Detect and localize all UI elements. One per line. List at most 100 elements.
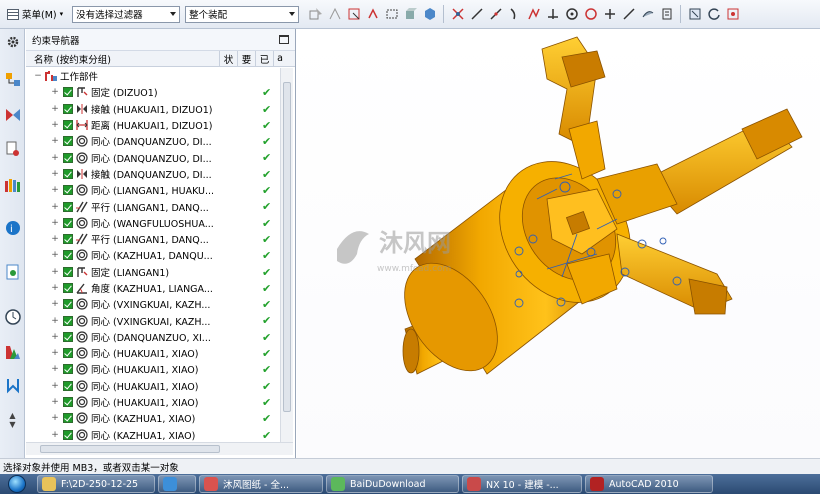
constraint-checkbox[interactable]: [63, 429, 73, 440]
constraint-row[interactable]: + 接触 (HUAKUAI1, DIZUO1) ✔: [26, 101, 280, 117]
snap-intersection-icon[interactable]: [545, 7, 560, 22]
scroll-more-icon[interactable]: ▲ ▼: [2, 409, 23, 430]
taskbar-button[interactable]: 沐风图纸 - 全...: [199, 475, 323, 493]
clock-icon[interactable]: [2, 306, 23, 327]
expand-icon[interactable]: +: [51, 381, 59, 391]
constraint-checkbox[interactable]: [63, 217, 73, 228]
constraint-checkbox[interactable]: [63, 136, 73, 147]
constraint-checkbox[interactable]: [63, 413, 73, 424]
snap-on-surface-icon[interactable]: [640, 7, 655, 22]
expand-icon[interactable]: +: [51, 136, 59, 146]
constraint-checkbox[interactable]: [63, 120, 73, 131]
selection-filter-combo[interactable]: 没有选择过滤器: [72, 5, 181, 23]
column-extra[interactable]: a: [274, 51, 286, 66]
constraint-checkbox[interactable]: [63, 380, 73, 391]
general-select-icon[interactable]: [308, 7, 323, 22]
expand-icon[interactable]: +: [51, 348, 59, 358]
column-done[interactable]: 已: [256, 51, 274, 66]
reuse-library-icon[interactable]: [2, 174, 23, 195]
expand-icon[interactable]: +: [51, 202, 59, 212]
constraint-checkbox[interactable]: [63, 266, 73, 277]
snap-existing-point-icon[interactable]: [602, 7, 617, 22]
select-region-icon[interactable]: [346, 7, 361, 22]
palette-icon[interactable]: [2, 341, 23, 362]
constraint-row[interactable]: + 同心 (WANGFULUOSHUA... ✔: [26, 215, 280, 231]
constraint-row[interactable]: + 同心 (HUAKUAI1, XIAO) ✔: [26, 378, 280, 394]
constraint-navigator-icon[interactable]: [2, 104, 23, 125]
taskbar-button[interactable]: AutoCAD 2010: [585, 475, 713, 493]
expand-icon[interactable]: +: [51, 430, 59, 440]
snap-midpoint-icon[interactable]: [488, 7, 503, 22]
constraint-checkbox[interactable]: [63, 364, 73, 375]
scroll-thumb[interactable]: [283, 82, 291, 412]
snap-point-icon[interactable]: [365, 7, 380, 22]
constraint-row[interactable]: + 同心 (DANQUANZUO, DI... ✔: [26, 133, 280, 149]
solid-body-icon[interactable]: [422, 7, 437, 22]
column-required[interactable]: 要: [238, 51, 256, 66]
constraint-checkbox[interactable]: [63, 315, 73, 326]
vertical-scrollbar[interactable]: [280, 68, 293, 442]
expand-icon[interactable]: +: [51, 299, 59, 309]
expand-icon[interactable]: +: [51, 413, 59, 423]
constraint-row[interactable]: + 同心 (DANQUANZUO, XI... ✔: [26, 329, 280, 345]
snap-arc-center-icon[interactable]: [564, 7, 579, 22]
constraint-row[interactable]: + 同心 (KAZHUA1, XIAO) ✔: [26, 410, 280, 426]
horizontal-scrollbar[interactable]: [26, 442, 293, 455]
expand-icon[interactable]: +: [51, 169, 59, 179]
constraint-row[interactable]: + 平行 (LIANGAN1, DANQ... ✔: [26, 198, 280, 214]
history-icon[interactable]: [2, 261, 23, 282]
collapse-icon[interactable]: −: [34, 71, 42, 81]
taskbar-button[interactable]: BaiDuDownload: [326, 475, 459, 493]
constraint-checkbox[interactable]: [63, 201, 73, 212]
expand-icon[interactable]: +: [51, 234, 59, 244]
snap-line-icon[interactable]: [469, 7, 484, 22]
constraint-row[interactable]: + 同心 (HUAKUAI1, XIAO) ✔: [26, 345, 280, 361]
tree-root-row[interactable]: − 工作部件: [26, 68, 280, 84]
constraint-checkbox[interactable]: [63, 185, 73, 196]
expand-icon[interactable]: +: [51, 153, 59, 163]
expand-icon[interactable]: +: [51, 218, 59, 228]
snap-quadrant-icon[interactable]: [583, 7, 598, 22]
expand-icon[interactable]: +: [51, 283, 59, 293]
constraint-checkbox[interactable]: [63, 348, 73, 359]
constraint-checkbox[interactable]: [63, 87, 73, 98]
constraint-checkbox[interactable]: [63, 103, 73, 114]
snap-on-curve-icon[interactable]: [621, 7, 636, 22]
start-button[interactable]: [0, 474, 34, 494]
constraint-row[interactable]: + 距离 (HUAKUAI1, DIZUO1) ✔: [26, 117, 280, 133]
menu-button[interactable]: 菜单(M) ▾: [4, 5, 66, 23]
column-name[interactable]: 名称 (按约束分组): [26, 51, 220, 66]
refresh-view-icon[interactable]: [706, 7, 721, 22]
roles-icon[interactable]: [2, 375, 23, 396]
expand-icon[interactable]: +: [51, 250, 59, 260]
constraint-checkbox[interactable]: [63, 283, 73, 293]
constraint-checkbox[interactable]: [63, 331, 73, 342]
rectangle-select-icon[interactable]: [384, 7, 399, 22]
constraint-checkbox[interactable]: [63, 168, 73, 179]
selection-scope-combo[interactable]: 整个装配: [185, 5, 300, 23]
constraint-row[interactable]: + 角度 (KAZHUA1, LIANGA... ✔: [26, 280, 280, 296]
web-browser-icon[interactable]: i: [2, 217, 23, 238]
expand-icon[interactable]: +: [51, 332, 59, 342]
expand-icon[interactable]: +: [51, 267, 59, 277]
constraint-row[interactable]: + 固定 (DIZUO1) ✔: [26, 84, 280, 100]
assembly-navigator-icon[interactable]: [2, 69, 23, 90]
expand-icon[interactable]: +: [51, 185, 59, 195]
part-filter-icon[interactable]: [403, 7, 418, 22]
constraint-checkbox[interactable]: [63, 397, 73, 408]
constraint-row[interactable]: + 平行 (LIANGAN1, DANQ... ✔: [26, 231, 280, 247]
constraint-row[interactable]: + 同心 (DANQUANZUO, DI... ✔: [26, 149, 280, 165]
rotate-view-icon[interactable]: [725, 7, 740, 22]
constraint-row[interactable]: + 同心 (HUAKUAI1, XIAO) ✔: [26, 361, 280, 377]
constraint-checkbox[interactable]: [63, 152, 73, 163]
settings-gear-icon[interactable]: [2, 31, 23, 52]
scroll-thumb[interactable]: [40, 445, 220, 453]
expand-icon[interactable]: +: [51, 87, 59, 97]
snap-pole-icon[interactable]: [659, 7, 674, 22]
column-status[interactable]: 状: [220, 51, 238, 66]
selection-intent-icon[interactable]: [327, 7, 342, 22]
maximize-icon[interactable]: [279, 35, 289, 44]
graphics-viewport[interactable]: 沐风网 www.mfcad.com: [297, 29, 820, 458]
snap-control-icon[interactable]: [526, 7, 541, 22]
constraint-row[interactable]: + 同心 (KAZHUA1, XIAO) ✔: [26, 427, 280, 442]
